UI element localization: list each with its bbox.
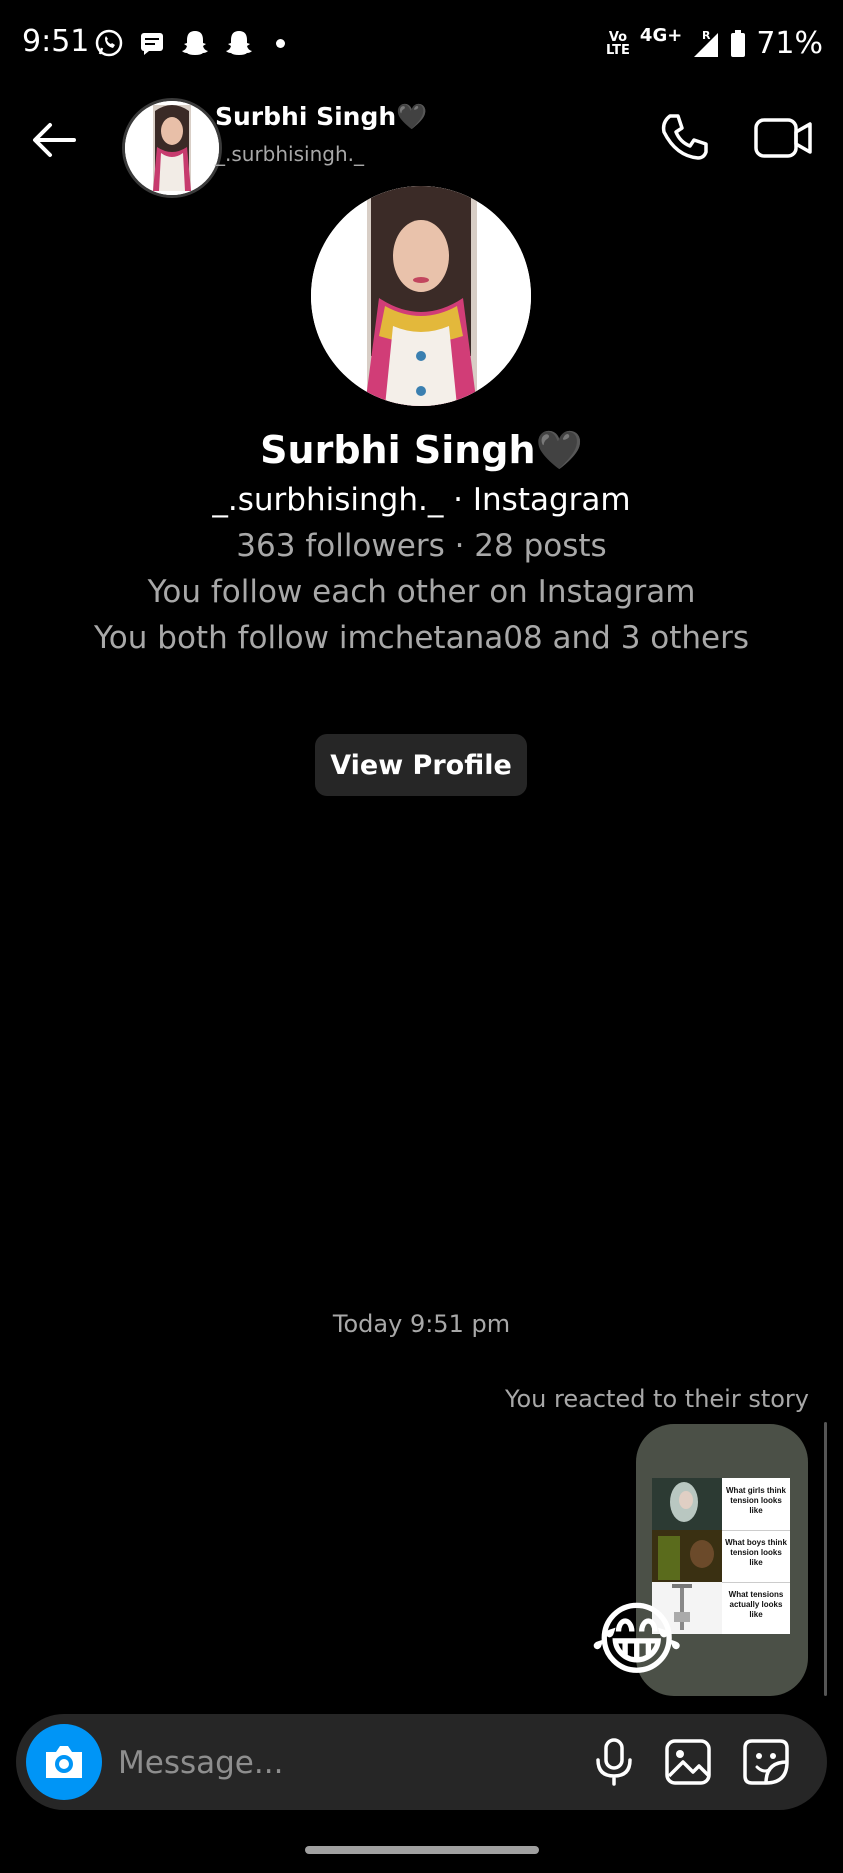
profile-avatar[interactable]: [311, 186, 531, 406]
video-call-button[interactable]: [752, 110, 814, 166]
phone-icon: [661, 114, 708, 160]
meme-image: [652, 1530, 722, 1582]
meme-caption: What girls think tension looks like: [726, 1486, 786, 1515]
gallery-button[interactable]: [662, 1736, 714, 1788]
notification-icons: [94, 28, 285, 58]
reaction-emoji: 😂: [590, 1593, 684, 1686]
status-right: Vo LTE 4G+ R 71%: [606, 25, 823, 61]
camera-icon: [46, 1746, 82, 1778]
camera-button[interactable]: [26, 1724, 102, 1800]
meme-row: What girls think tension looks like: [652, 1478, 790, 1531]
battery-icon: [731, 29, 746, 57]
more-notifications-dot: [276, 38, 285, 48]
snapchat-icon-2: [226, 31, 252, 55]
screen: 9:51 Vo LTE 4G+ R 71% Surbhi Singh🖤 _.su…: [0, 0, 843, 1873]
gallery-icon: [665, 1739, 711, 1785]
scrollbar[interactable]: [824, 1422, 827, 1696]
profile-name: Surbhi Singh🖤: [260, 428, 583, 472]
battery-percentage: 71%: [756, 26, 823, 61]
view-profile-button[interactable]: View Profile: [315, 734, 527, 796]
header-username: _.surbhisingh._: [215, 142, 364, 166]
profile-mutual: You follow each other on Instagram: [147, 574, 696, 610]
message-icon: [141, 33, 163, 55]
snapchat-icon: [182, 31, 208, 55]
video-icon: [754, 118, 812, 158]
story-reaction-label: You reacted to their story: [505, 1385, 809, 1413]
profile-common-follows: You both follow imchetana08 and 3 others: [93, 620, 750, 656]
message-input[interactable]: [116, 1732, 480, 1794]
meme-image: [652, 1478, 722, 1530]
network-type: 4G+: [639, 25, 683, 46]
profile-handle: _.surbhisingh._ · Instagram: [212, 482, 631, 518]
message-composer: [16, 1714, 827, 1810]
signal-icon: R: [694, 29, 719, 57]
meme-row: What boys think tension looks like: [652, 1530, 790, 1583]
home-indicator[interactable]: [305, 1846, 539, 1854]
voice-message-button[interactable]: [588, 1736, 640, 1788]
meme-caption: What boys think tension looks like: [725, 1538, 787, 1567]
mic-icon: [596, 1738, 632, 1786]
status-bar: 9:51 Vo LTE 4G+ R 71%: [0, 0, 843, 90]
back-arrow-icon: [33, 123, 76, 157]
audio-call-button[interactable]: [656, 110, 712, 166]
whatsapp-icon: [95, 29, 123, 57]
status-time: 9:51: [22, 24, 90, 59]
message-timestamp: Today 9:51 pm: [332, 1310, 511, 1338]
roaming-indicator: R: [702, 29, 711, 42]
sticker-button[interactable]: [740, 1736, 792, 1788]
meme-caption: What tensions actually looks like: [728, 1590, 784, 1619]
volte-indicator: Vo LTE: [606, 29, 630, 58]
back-button[interactable]: [26, 110, 86, 170]
profile-stats: 363 followers · 28 posts: [236, 528, 607, 564]
header-name: Surbhi Singh🖤: [215, 102, 428, 131]
profile-photo: [311, 186, 531, 406]
avatar-image: [125, 101, 219, 195]
header-avatar[interactable]: [122, 98, 222, 198]
sticker-icon: [743, 1739, 789, 1785]
